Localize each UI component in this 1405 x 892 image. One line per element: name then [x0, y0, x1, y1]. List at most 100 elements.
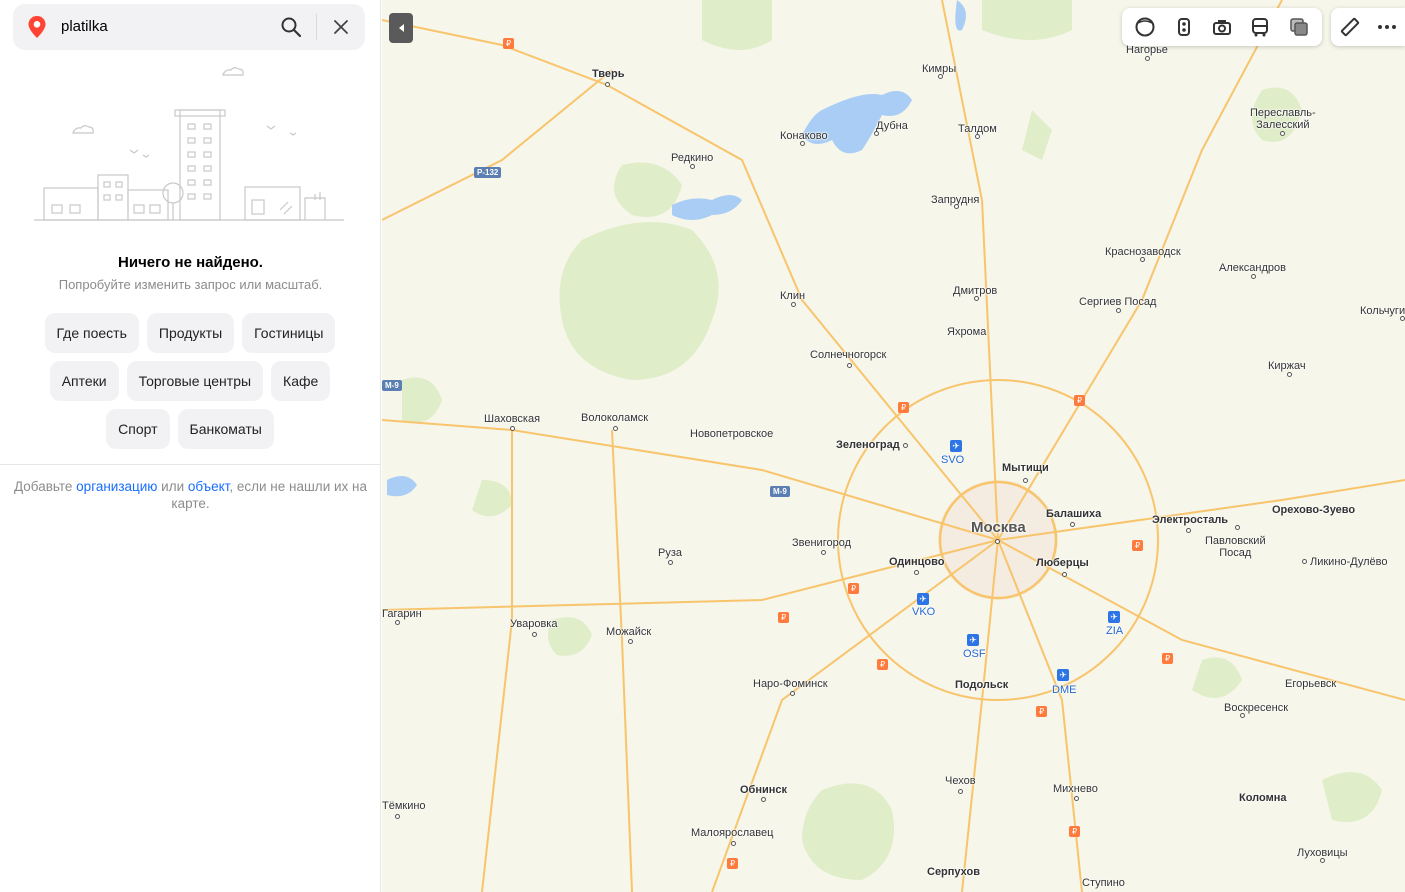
map-city-label[interactable]: Александров	[1219, 262, 1286, 274]
chip-food[interactable]: Где поесть	[44, 313, 139, 353]
add-organization-link[interactable]: организацию	[76, 479, 157, 494]
map-city-label[interactable]: Люберцы	[1036, 557, 1089, 569]
map-city-label[interactable]: Балашиха	[1046, 508, 1101, 520]
airport-icon[interactable]: ✈	[917, 593, 929, 605]
chip-sport[interactable]: Спорт	[106, 409, 170, 449]
traffic-icon[interactable]	[1169, 12, 1199, 42]
map-city-label[interactable]: Яхрома	[947, 326, 986, 338]
fuel-station-icon[interactable]: ₽	[1074, 395, 1085, 406]
map-city-label[interactable]: Наро-Фоминск	[753, 678, 828, 690]
map-city-label[interactable]: Тверь	[592, 68, 625, 80]
map-city-label[interactable]: Редкино	[671, 152, 713, 164]
airport-code-label: ZIA	[1106, 625, 1124, 637]
map-city-label[interactable]: Ступино	[1082, 877, 1125, 889]
map-city-label[interactable]: Сергиев Посад	[1079, 296, 1156, 308]
map-city-label[interactable]: Павловский Посад	[1205, 535, 1266, 559]
map-city-label[interactable]: Зеленоград	[836, 439, 900, 451]
map-city-label[interactable]: Клин	[780, 290, 805, 302]
search-box[interactable]: platilka	[13, 4, 365, 50]
close-icon[interactable]	[331, 17, 351, 37]
section-divider	[0, 464, 381, 465]
map-city-label[interactable]: Ликино-Дулёво	[1310, 556, 1388, 568]
fuel-station-icon[interactable]: ₽	[778, 612, 789, 623]
fuel-station-icon[interactable]: ₽	[503, 38, 514, 49]
map-city-label[interactable]: Егорьевск	[1285, 678, 1336, 690]
chip-pharmacies[interactable]: Аптеки	[49, 361, 119, 401]
map-city-label[interactable]: Одинцово	[889, 556, 945, 568]
airport-code-label: SVO	[941, 454, 965, 466]
map-city-label[interactable]: Коломна	[1239, 792, 1286, 804]
map-city-label[interactable]: Новопетровское	[690, 428, 773, 440]
add-object-link[interactable]: объект	[188, 479, 229, 494]
map-city-label[interactable]: Уваровка	[510, 618, 557, 630]
fuel-station-icon[interactable]: ₽	[1132, 540, 1143, 551]
map-city-label[interactable]: Кольчугино	[1360, 305, 1405, 317]
fuel-station-icon[interactable]: ₽	[1162, 653, 1173, 664]
map-city-marker	[690, 164, 695, 169]
map-capital-label[interactable]: Москва	[971, 519, 1026, 536]
layers-icon[interactable]	[1284, 12, 1314, 42]
airport-icon[interactable]: ✈	[967, 634, 979, 646]
chip-malls[interactable]: Торговые центры	[126, 361, 264, 401]
panorama-icon[interactable]	[1130, 12, 1160, 42]
search-divider	[316, 14, 317, 40]
map-city-label[interactable]: Малоярославец	[691, 827, 773, 839]
fuel-station-icon[interactable]: ₽	[727, 858, 738, 869]
map-city-label[interactable]: Серпухов	[927, 866, 980, 878]
fuel-station-icon[interactable]: ₽	[848, 583, 859, 594]
map-city-label[interactable]: Подольск	[955, 679, 1008, 691]
more-icon[interactable]	[1372, 12, 1402, 42]
map-city-label[interactable]: Гагарин	[382, 608, 422, 620]
map-city-marker	[1074, 796, 1079, 801]
map-city-label[interactable]: Киржач	[1268, 360, 1306, 372]
fuel-station-icon[interactable]: ₽	[1036, 706, 1047, 717]
road-number-badge: Р-132	[474, 167, 502, 178]
map-city-label[interactable]: Электросталь	[1152, 514, 1228, 526]
transit-icon[interactable]	[1245, 12, 1275, 42]
map-city-marker	[1302, 559, 1307, 564]
fuel-station-icon[interactable]: ₽	[898, 402, 909, 413]
airport-icon[interactable]: ✈	[1057, 669, 1069, 681]
collapse-sidebar-button[interactable]	[389, 13, 413, 43]
map-city-label[interactable]: Волоколамск	[581, 412, 648, 424]
empty-title: Ничего не найдено.	[118, 254, 263, 271]
map-city-marker	[1251, 274, 1256, 279]
map-city-label[interactable]: Можайск	[606, 626, 651, 638]
map-city-marker	[668, 560, 673, 565]
map-city-marker	[954, 204, 959, 209]
map-city-label[interactable]: Тёмкино	[382, 800, 426, 812]
ruler-icon[interactable]	[1335, 12, 1365, 42]
fuel-station-icon[interactable]: ₽	[877, 659, 888, 670]
chip-hotels[interactable]: Гостиницы	[242, 313, 336, 353]
map-city-label[interactable]: Звенигород	[792, 537, 851, 549]
chip-cafe[interactable]: Кафе	[271, 361, 331, 401]
chip-groceries[interactable]: Продукты	[146, 313, 235, 353]
map-city-label[interactable]: Орехово-Зуево	[1272, 504, 1355, 516]
map-city-label[interactable]: Михнево	[1053, 783, 1098, 795]
airport-icon[interactable]: ✈	[1108, 611, 1120, 623]
road-number-badge: М-9	[770, 486, 790, 497]
map-city-marker	[847, 363, 852, 368]
map-city-marker	[605, 82, 610, 87]
map-city-label[interactable]: Обнинск	[740, 784, 787, 796]
airport-icon[interactable]: ✈	[950, 440, 962, 452]
map-city-label[interactable]: Воскресенск	[1224, 702, 1288, 714]
airport-code-label: DME	[1052, 684, 1077, 696]
map-city-label[interactable]: Переславль- Залесский	[1250, 107, 1316, 131]
map-city-label[interactable]: Дубна	[876, 120, 908, 132]
map-city-marker	[1140, 257, 1145, 262]
map-city-label[interactable]: Солнечногорск	[810, 349, 886, 361]
map-city-label[interactable]: Руза	[658, 547, 682, 559]
map-canvas[interactable]: Тверь Кимры Нагорье Дубна Талдом Конаково Редк…	[382, 0, 1405, 892]
map-city-label[interactable]: Чехов	[945, 775, 976, 787]
map-city-label[interactable]: Конаково	[780, 130, 828, 142]
map-city-marker	[395, 620, 400, 625]
airport-code-label: VKO	[912, 606, 936, 618]
search-input[interactable]: platilka	[61, 18, 108, 35]
fuel-station-icon[interactable]: ₽	[1069, 826, 1080, 837]
camera-icon[interactable]	[1207, 12, 1237, 42]
map-city-label[interactable]: Мытищи	[1002, 462, 1049, 474]
map-city-label[interactable]: Шаховская	[484, 413, 540, 425]
search-icon[interactable]	[279, 15, 303, 39]
chip-atm[interactable]: Банкоматы	[177, 409, 274, 449]
